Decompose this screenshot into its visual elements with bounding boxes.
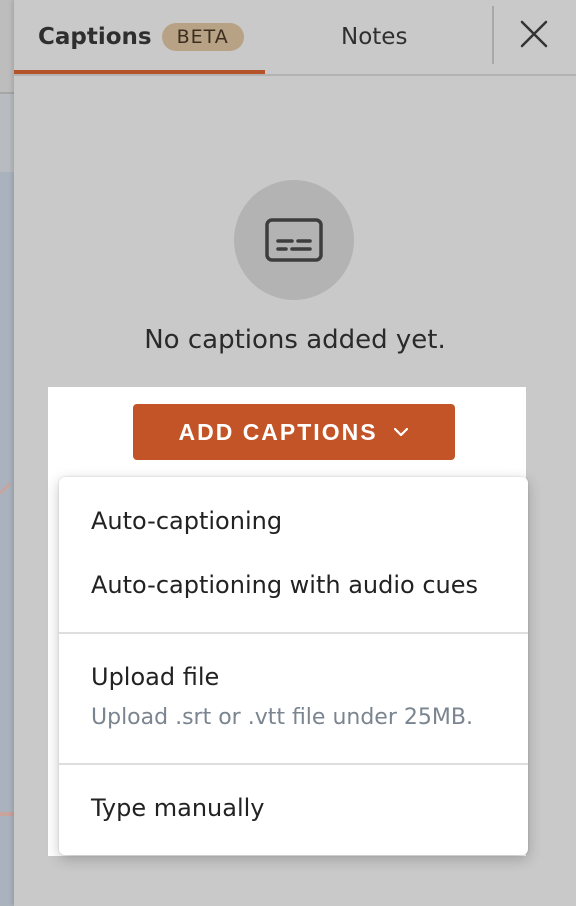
menu-separator [59,763,528,765]
menu-item-auto-captioning[interactable]: Auto-captioning [91,507,282,535]
add-captions-label: ADD CAPTIONS [178,418,378,445]
menu-item-auto-captioning-audio-cues[interactable]: Auto-captioning with audio cues [91,571,478,599]
chevron-down-icon [392,426,410,438]
tab-divider [492,6,494,64]
background-header [0,0,14,92]
empty-state-message: No captions added yet. [144,325,446,355]
active-tab-indicator [14,70,265,74]
add-captions-button[interactable]: ADD CAPTIONS [133,404,455,460]
tab-captions-label: Captions [38,24,152,50]
close-icon [520,20,548,48]
background-canvas [0,172,14,906]
menu-item-upload-file-hint: Upload .srt or .vtt file under 25MB. [91,705,473,730]
menu-item-type-manually[interactable]: Type manually [91,794,265,822]
add-captions-menu: Auto-captioning Auto-captioning with aud… [59,477,528,855]
menu-separator [59,632,528,634]
captions-icon [265,218,323,262]
tab-captions[interactable]: Captions BETA [38,0,278,74]
tab-notes[interactable]: Notes [341,0,407,74]
empty-state-icon-circle [234,180,354,300]
tab-bar: Captions BETA Notes [14,0,576,76]
close-button[interactable] [516,16,552,52]
beta-badge: BETA [161,23,244,51]
background-line [0,812,14,816]
background-divider [0,92,14,94]
menu-item-upload-file[interactable]: Upload file [91,663,219,691]
background-page [0,0,14,906]
tab-notes-label: Notes [341,24,408,50]
